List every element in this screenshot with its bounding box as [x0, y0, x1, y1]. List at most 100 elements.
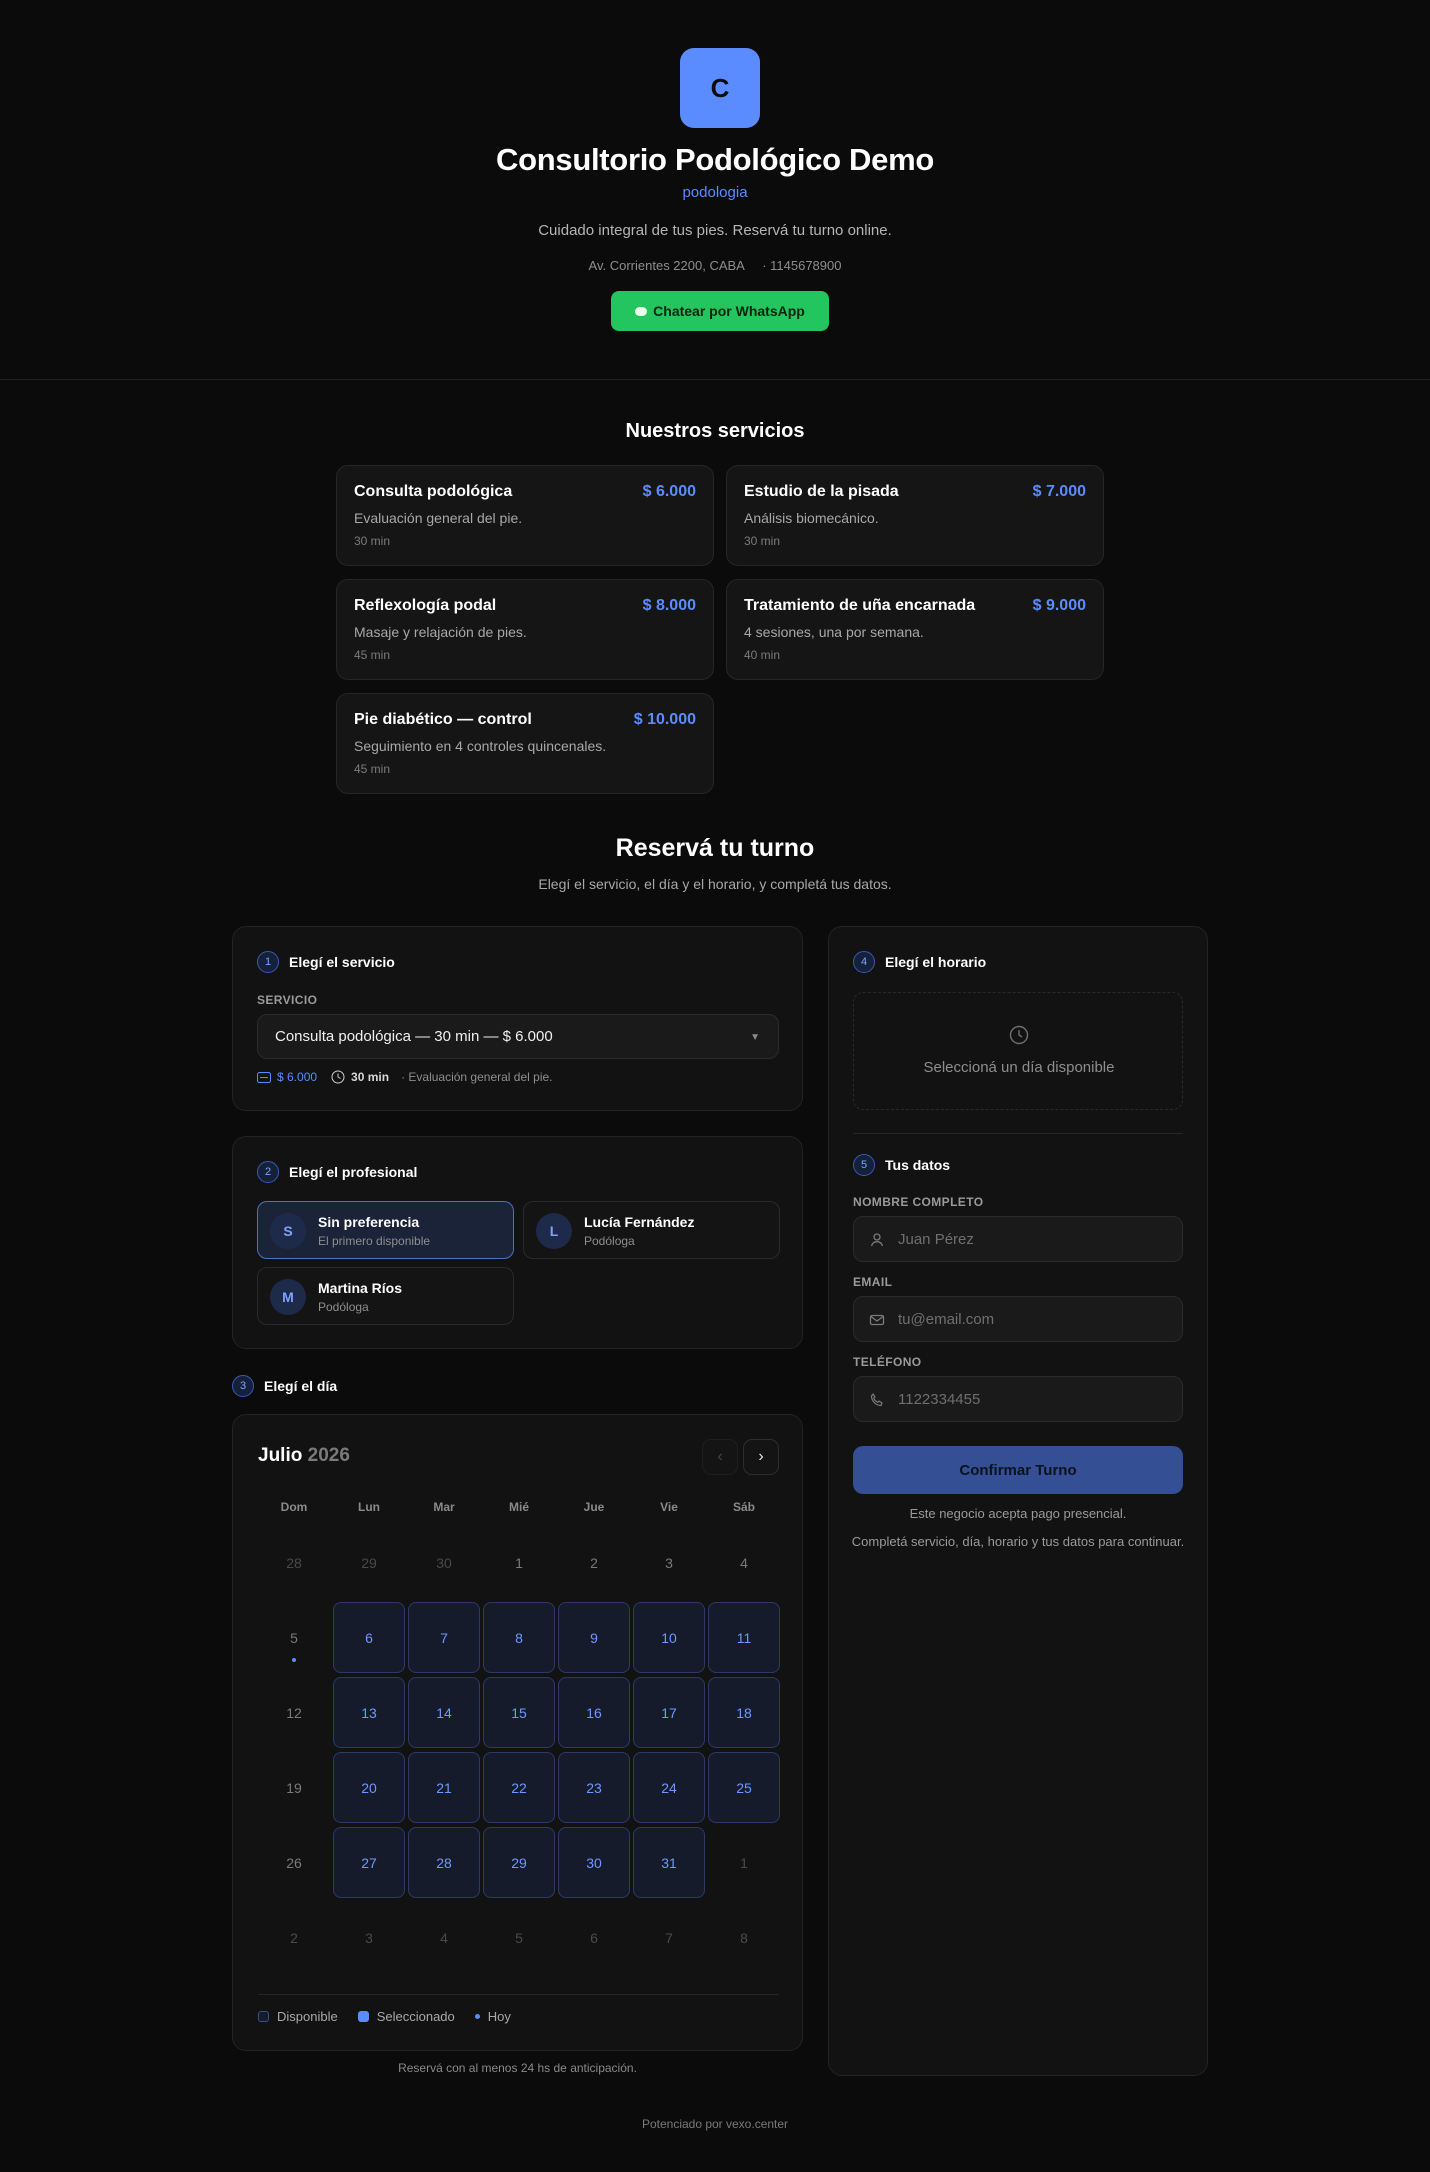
- day-number: 30: [436, 1554, 452, 1571]
- day-number: 28: [436, 1854, 452, 1871]
- calendar-day-available[interactable]: 8: [483, 1602, 555, 1673]
- clock-icon: [1009, 1025, 1029, 1045]
- business-header: C Consultorio Podológico Demo podologia …: [0, 0, 1430, 380]
- service-name: Pie diabético — control: [354, 711, 532, 728]
- step-number: 3: [232, 1375, 254, 1397]
- service-card[interactable]: Tratamiento de uña encarnada $ 9.000 4 s…: [726, 579, 1104, 680]
- calendar-day: 4: [708, 1527, 780, 1598]
- calendar-day-available[interactable]: 18: [708, 1677, 780, 1748]
- service-select[interactable]: Consulta podológica — 30 min — $ 6.000 ▼: [257, 1014, 779, 1059]
- service-description: Análisis biomecánico.: [744, 510, 879, 526]
- day-number: 22: [511, 1779, 527, 1796]
- step-title: Tus datos: [885, 1157, 951, 1173]
- day-number: 6: [590, 1929, 598, 1946]
- calendar-day-available[interactable]: 21: [408, 1752, 480, 1823]
- calendar-day-available[interactable]: 16: [558, 1677, 630, 1748]
- phone-field[interactable]: 1122334455: [853, 1376, 1183, 1422]
- day-number: 3: [365, 1929, 373, 1946]
- calendar-day-available[interactable]: 9: [558, 1602, 630, 1673]
- legend-available: Disponible: [277, 2009, 338, 2024]
- service-card[interactable]: Estudio de la pisada $ 7.000 Análisis bi…: [726, 465, 1104, 566]
- day-number: 25: [736, 1779, 752, 1796]
- calendar-day: 1: [708, 1827, 780, 1898]
- legend-today: Hoy: [487, 2009, 511, 2024]
- prev-month-button[interactable]: ‹: [702, 1439, 738, 1475]
- professional-option-martina[interactable]: M Martina Ríos Podóloga: [257, 1267, 514, 1325]
- calendar: Julio 2026 ‹ › Dom Lun Mar Mié Jue Vie Sáb 28 29…: [232, 1414, 803, 2051]
- name-field[interactable]: Juan Pérez: [853, 1216, 1183, 1262]
- next-month-button[interactable]: ›: [743, 1439, 779, 1475]
- weekday-header: Dom: [280, 1500, 308, 1514]
- calendar-day-available[interactable]: 14: [408, 1677, 480, 1748]
- service-card[interactable]: Reflexología podal $ 8.000 Masaje y rela…: [336, 579, 714, 680]
- calendar-day-available[interactable]: 27: [333, 1827, 405, 1898]
- confirm-booking-button[interactable]: Confirmar Turno: [853, 1446, 1183, 1494]
- service-card[interactable]: Pie diabético — control $ 10.000 Seguimi…: [336, 693, 714, 794]
- professional-name: Lucía Fernández: [584, 1214, 695, 1230]
- professional-name: Martina Ríos: [318, 1280, 403, 1296]
- service-description: Evaluación general del pie.: [354, 510, 523, 526]
- step-number: 1: [257, 951, 279, 973]
- calendar-day-available[interactable]: 13: [333, 1677, 405, 1748]
- legend-selected-swatch: [357, 2011, 369, 2022]
- chat-bubble-icon: [635, 306, 648, 316]
- calendar-day-available[interactable]: 23: [558, 1752, 630, 1823]
- service-name: Tratamiento de uña encarnada: [744, 597, 976, 614]
- calendar-day-today: 5: [258, 1602, 330, 1673]
- calendar-day-available[interactable]: 25: [708, 1752, 780, 1823]
- day-number: 2: [590, 1554, 598, 1571]
- service-price: $ 8.000: [642, 597, 696, 614]
- day-number: 16: [586, 1704, 602, 1721]
- service-card[interactable]: Consulta podológica $ 6.000 Evaluación g…: [336, 465, 714, 566]
- calendar-day-available[interactable]: 10: [633, 1602, 705, 1673]
- calendar-day-available[interactable]: 28: [408, 1827, 480, 1898]
- phone-icon: [870, 1393, 883, 1407]
- calendar-day-available[interactable]: 15: [483, 1677, 555, 1748]
- service-name: Estudio de la pisada: [744, 483, 899, 500]
- email-placeholder: tu@email.com: [898, 1310, 995, 1328]
- day-number: 9: [590, 1629, 598, 1646]
- calendar-divider: [258, 1994, 779, 1995]
- calendar-day-available[interactable]: 22: [483, 1752, 555, 1823]
- form-hint: Completá servicio, día, horario y tus da…: [851, 1534, 1185, 1549]
- calendar-day-available[interactable]: 30: [558, 1827, 630, 1898]
- calendar-day-available[interactable]: 29: [483, 1827, 555, 1898]
- service-duration: 30 min: [354, 534, 391, 548]
- section-divider: [853, 1133, 1183, 1134]
- calendar-day: 8: [708, 1902, 780, 1973]
- step-number: 4: [853, 951, 875, 973]
- weekday-header: Lun: [358, 1500, 380, 1514]
- summary-duration: 30 min: [351, 1070, 390, 1084]
- name-label: NOMBRE COMPLETO: [853, 1195, 984, 1209]
- chevron-left-icon: ‹: [717, 1448, 723, 1465]
- weekday-header: Sáb: [732, 1500, 755, 1514]
- email-field[interactable]: tu@email.com: [853, 1296, 1183, 1342]
- calendar-day-available[interactable]: 17: [633, 1677, 705, 1748]
- calendar-day-available[interactable]: 24: [633, 1752, 705, 1823]
- calendar-day: 2: [558, 1527, 630, 1598]
- calendar-day-available[interactable]: 31: [633, 1827, 705, 1898]
- whatsapp-button[interactable]: Chatear por WhatsApp: [611, 291, 829, 331]
- calendar-day-available[interactable]: 7: [408, 1602, 480, 1673]
- day-number: 11: [736, 1629, 752, 1646]
- calendar-day-available[interactable]: 11: [708, 1602, 780, 1673]
- calendar-day: 2: [258, 1902, 330, 1973]
- step-header: 1 Elegí el servicio: [257, 951, 395, 973]
- professional-option-lucia[interactable]: L Lucía Fernández Podóloga: [523, 1201, 780, 1259]
- service-description: Masaje y relajación de pies.: [354, 624, 527, 640]
- calendar-day: 30: [408, 1527, 480, 1598]
- calendar-day-available[interactable]: 20: [333, 1752, 405, 1823]
- step-number: 5: [853, 1154, 875, 1176]
- day-number: 5: [290, 1629, 298, 1646]
- services-title: Nuestros servicios: [625, 420, 805, 442]
- step-title: Elegí el horario: [885, 954, 987, 970]
- business-category: podologia: [682, 184, 748, 201]
- calendar-day-available[interactable]: 6: [333, 1602, 405, 1673]
- service-summary: $ 6.000 30 min · Evaluación general del …: [257, 1070, 553, 1084]
- professional-role: Podóloga: [318, 1300, 369, 1314]
- footer-credit: Potenciado por vexo.center: [641, 2117, 789, 2131]
- professional-option-any[interactable]: S Sin preferencia El primero disponible: [257, 1201, 514, 1259]
- day-number: 23: [586, 1779, 602, 1796]
- avatar: S: [270, 1213, 306, 1249]
- calendar-day: 19: [258, 1752, 330, 1823]
